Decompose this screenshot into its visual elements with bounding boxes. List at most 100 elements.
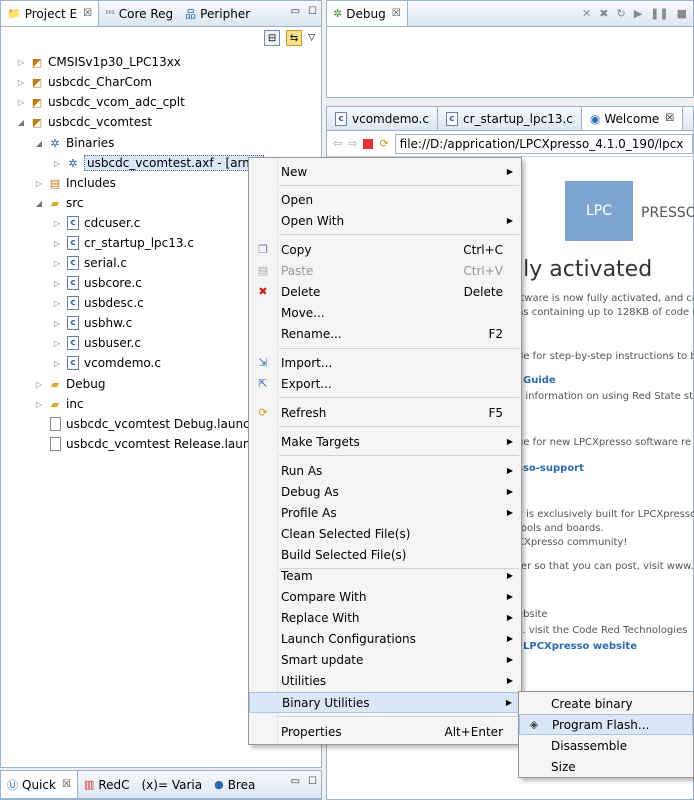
menu-item-import[interactable]: ⇲ Import...	[249, 352, 521, 373]
tree-item-file[interactable]: ▷ c cr_startup_lpc13.c	[51, 233, 194, 253]
expand-icon[interactable]: ▷	[51, 239, 63, 248]
menu-item-delete[interactable]: ✖ Delete Delete	[249, 281, 521, 302]
menu-item-new[interactable]: New ▶	[249, 161, 521, 182]
menu-item-open[interactable]: Open	[249, 189, 521, 210]
collapse-icon[interactable]: ◢	[33, 139, 45, 148]
submenu-item-disassemble[interactable]: Disassemble	[519, 735, 693, 756]
menu-item-make-targets[interactable]: Make Targets ▶	[249, 431, 521, 452]
menu-item-open-with[interactable]: Open With ▶	[249, 210, 521, 231]
resume-icon[interactable]: ▶	[634, 7, 642, 20]
tree-item-project[interactable]: ▷ ◩ usbcdc_CharCom	[15, 72, 152, 92]
collapse-all-icon[interactable]: ⊟	[264, 30, 281, 46]
tree-item-axf[interactable]: ▷ ✲ usbcdc_vcomtest.axf - [arm/l	[51, 153, 265, 173]
tree-item-file[interactable]: ▷ c serial.c	[51, 253, 127, 273]
stop-icon[interactable]	[363, 138, 374, 149]
menu-item-replace-with[interactable]: Replace With ▶	[249, 607, 521, 628]
expand-icon[interactable]: ▷	[15, 98, 27, 107]
tab-debug[interactable]: ✲ Debug ☒	[327, 1, 408, 26]
tab-peripherals[interactable]: 品 Peripher	[179, 1, 256, 26]
remove-all-icon[interactable]: ✖	[599, 7, 608, 20]
terminate-icon[interactable]: ■	[677, 7, 687, 20]
submenu-item-size[interactable]: Size	[519, 756, 693, 777]
menu-item-smart-update[interactable]: Smart update ▶	[249, 649, 521, 670]
welcome-link[interactable]: sso-support	[517, 463, 584, 474]
suspend-icon[interactable]: ❚❚	[650, 7, 668, 20]
submenu-item-create-binary[interactable]: Create binary	[519, 693, 693, 714]
menu-item-clean-selected[interactable]: Clean Selected File(s)	[249, 523, 521, 544]
maximize-icon[interactable]: ☐	[308, 776, 317, 787]
menu-item-build-selected[interactable]: Build Selected File(s)	[249, 544, 521, 565]
tab-cr-startup[interactable]: c cr_startup_lpc13.c	[438, 107, 582, 130]
expand-icon[interactable]: ▷	[33, 380, 45, 389]
tree-item-launch[interactable]: usbcdc_vcomtest Debug.launch	[33, 414, 257, 434]
menu-item-refresh[interactable]: ⟳ Refresh F5	[249, 402, 521, 423]
menu-item-debug-as[interactable]: Debug As ▶	[249, 481, 521, 502]
close-icon[interactable]: ☒	[62, 779, 71, 790]
tab-project-explorer[interactable]: 📁 Project E ☒	[1, 1, 100, 26]
tab-vcomdemo[interactable]: c vcomdemo.c	[327, 107, 438, 130]
tab-variables[interactable]: (x)= Varia	[136, 771, 209, 798]
expand-icon[interactable]: ▷	[51, 219, 63, 228]
maximize-icon[interactable]: ☐	[308, 6, 317, 17]
tree-item-src[interactable]: ◢ ▰ src	[33, 193, 84, 213]
expand-icon[interactable]: ▷	[15, 58, 27, 67]
expand-icon[interactable]: ▷	[15, 78, 27, 87]
expand-icon[interactable]: ▷	[33, 400, 45, 409]
welcome-link[interactable]: LPCXpresso website	[523, 641, 637, 652]
tree-item-file[interactable]: ▷ c usbuser.c	[51, 333, 141, 353]
menu-item-binary-utilities[interactable]: Binary Utilities ▶	[249, 692, 521, 713]
menu-item-copy[interactable]: ❐ Copy Ctrl+C	[249, 239, 521, 260]
menu-item-properties[interactable]: Properties Alt+Enter	[249, 721, 521, 742]
submenu-item-program-flash[interactable]: ◈ Program Flash...	[519, 714, 693, 735]
menu-item-compare-with[interactable]: Compare With ▶	[249, 586, 521, 607]
tree-item-inc-folder[interactable]: ▷ ▰ inc	[33, 394, 84, 414]
url-field[interactable]: file://D:/apprication/LPCXpresso_4.1.0_1…	[394, 133, 693, 154]
menu-item-rename[interactable]: Rename... F2	[249, 323, 521, 344]
tree-item-binaries[interactable]: ◢ ✲ Binaries	[33, 133, 115, 153]
menu-item-profile-as[interactable]: Profile As ▶	[249, 502, 521, 523]
forward-icon[interactable]: ⇨	[348, 137, 357, 150]
tree-item-file[interactable]: ▷ c cdcuser.c	[51, 213, 140, 233]
close-icon[interactable]: ☒	[83, 8, 92, 19]
tree-item-file[interactable]: ▷ c vcomdemo.c	[51, 353, 161, 373]
link-with-editor-icon[interactable]: ⇆	[286, 30, 303, 46]
restart-icon[interactable]: ↻	[616, 7, 625, 20]
minimize-icon[interactable]: ▭	[291, 6, 300, 17]
expand-icon[interactable]: ▷	[51, 359, 63, 368]
collapse-icon[interactable]: ◢	[15, 118, 27, 127]
menu-item-launch-configurations[interactable]: Launch Configurations ▶	[249, 628, 521, 649]
tab-quick[interactable]: Ⓤ Quick ☒	[1, 771, 78, 798]
expand-icon[interactable]: ▷	[51, 339, 63, 348]
menu-item-move[interactable]: Move...	[249, 302, 521, 323]
tree-item-debug-folder[interactable]: ▷ ▰ Debug	[33, 374, 106, 394]
remove-launch-icon[interactable]: ✕	[582, 7, 591, 20]
back-icon[interactable]: ⇦	[333, 137, 342, 150]
welcome-link[interactable]: Guide	[523, 375, 556, 386]
menu-item-team[interactable]: Team ▶	[249, 565, 521, 586]
tree-item-includes[interactable]: ▷ ▤ Includes	[33, 173, 116, 193]
tab-core-registers[interactable]: ¹⁰¹ Core Reg	[99, 1, 179, 26]
tree-item-file[interactable]: ▷ c usbcore.c	[51, 273, 142, 293]
close-icon[interactable]: ☒	[392, 8, 401, 19]
view-menu-icon[interactable]: ▽	[308, 33, 315, 43]
collapse-icon[interactable]: ◢	[33, 199, 45, 208]
tab-breakpoints[interactable]: ● Brea	[208, 771, 261, 798]
expand-icon[interactable]: ▷	[33, 179, 45, 188]
tree-item-file[interactable]: ▷ c usbdesc.c	[51, 293, 144, 313]
tree-item-file[interactable]: ▷ c usbhw.c	[51, 313, 132, 333]
expand-icon[interactable]: ▷	[51, 279, 63, 288]
expand-icon[interactable]: ▷	[51, 159, 63, 168]
tree-item-project[interactable]: ◢ ◩ usbcdc_vcomtest	[15, 112, 152, 132]
menu-item-utilities[interactable]: Utilities ▶	[249, 670, 521, 691]
tab-welcome[interactable]: ◉ Welcome ☒	[581, 107, 684, 130]
tree-item-project[interactable]: ▷ ◩ usbcdc_vcom_adc_cplt	[15, 92, 185, 112]
menu-item-run-as[interactable]: Run As ▶	[249, 460, 521, 481]
menu-item-export[interactable]: ⇱ Export...	[249, 373, 521, 394]
close-icon[interactable]: ☒	[665, 113, 674, 124]
expand-icon[interactable]: ▷	[51, 319, 63, 328]
tree-item-launch[interactable]: usbcdc_vcomtest Release.launch	[33, 434, 265, 454]
expand-icon[interactable]: ▷	[51, 299, 63, 308]
tab-redc[interactable]: ▥ RedC	[78, 771, 136, 798]
tree-item-project[interactable]: ▷ ◩ CMSISv1p30_LPC13xx	[15, 52, 181, 72]
minimize-icon[interactable]: ▭	[291, 776, 300, 787]
